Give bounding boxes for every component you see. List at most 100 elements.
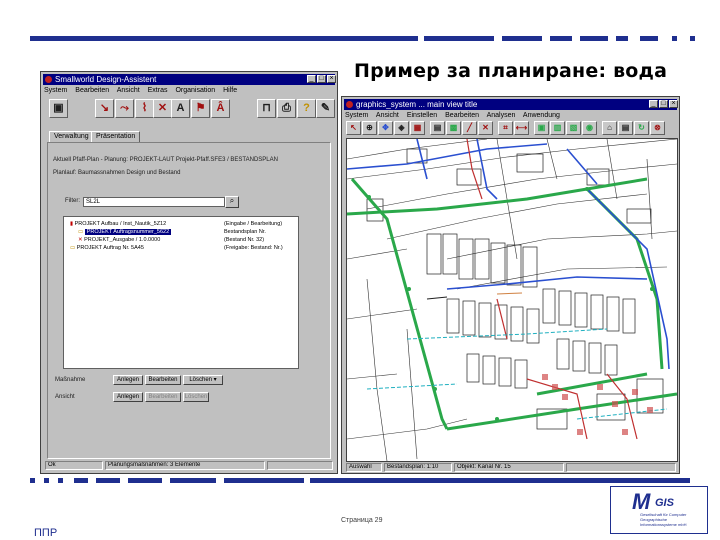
maximize-button[interactable]: □ (317, 75, 326, 83)
maximize-button[interactable]: □ (659, 100, 668, 108)
logo-gis: GIS (655, 497, 674, 509)
graphics-toolbar: ↖ ⊕ ✥ ◈ ▦ ▤ ▩ ╱ ✕ ⌗ ⟷ ▣ ▥ ▧ ◉ ⌂ ▤ ↻ ⊗ (346, 121, 676, 136)
bearbeiten-button[interactable]: Bearbeiten (145, 375, 181, 385)
status-empty (267, 461, 333, 470)
text-icon[interactable]: A (171, 99, 190, 118)
tree-row[interactable]: ▭ PROJEKT Auftrag Nr. 5A45 (Freigabe: Be… (70, 245, 283, 252)
anlegen-button[interactable]: Anlegen (113, 375, 143, 385)
loeschen-button-2[interactable]: Löschen (183, 392, 209, 402)
map-canvas[interactable] (346, 138, 678, 462)
valve-icon[interactable]: ▧ (566, 121, 581, 135)
bottom-decor-dot (58, 478, 63, 483)
pipe-icon[interactable]: ▥ (550, 121, 565, 135)
menu-ansicht[interactable]: Ansicht (376, 112, 399, 119)
layer-icon[interactable]: ▦ (410, 121, 425, 135)
tree-row[interactable]: ▮ PROJEKT Aufbau / Inst_Nautik_5Z12 (Ein… (70, 221, 282, 228)
zoom-icon[interactable]: ⊕ (362, 121, 377, 135)
redraw-icon[interactable]: ◈ (394, 121, 409, 135)
bottom-decor-bar-6 (310, 478, 690, 483)
massnahme-label: Maßnahme (55, 377, 86, 383)
print-icon[interactable]: ⎙ (277, 99, 296, 118)
tab-verwaltung[interactable]: Verwaltung (49, 131, 94, 142)
graphics-titlebar[interactable]: graphics_system ... main view title (344, 99, 677, 110)
top-decor-bar-2 (424, 36, 494, 41)
delete-x-icon: ✕ (78, 237, 83, 243)
grid-icon[interactable]: ▤ (430, 121, 445, 135)
top-decor-bar-6 (616, 36, 628, 41)
delete-geometry-icon[interactable]: ✕ (153, 99, 172, 118)
menu-einstellen[interactable]: Einstellen (407, 112, 437, 119)
menu-hilfe[interactable]: Hilfe (223, 87, 237, 94)
building-icon[interactable]: ⌂ (602, 121, 617, 135)
graphics-menubar: System Ansicht Einstellen Bearbeiten Ana… (345, 111, 566, 121)
minimize-button[interactable]: _ (649, 100, 658, 108)
menu-bearbeiten[interactable]: Bearbeiten (445, 112, 479, 119)
folder-icon: ▭ (78, 229, 84, 235)
page-number: Страница 29 (341, 517, 383, 524)
logo-subtitle: Gesellschaft für Computer Geographische … (640, 512, 687, 527)
close-button[interactable]: × (669, 100, 678, 108)
select-icon[interactable]: ↖ (346, 121, 361, 135)
filter-search-button[interactable]: ⌕ (225, 196, 239, 208)
tree-row-label: PROJEKT_Ausgabe / 1.0.0000 (84, 237, 161, 243)
top-decor-bar-4 (550, 36, 572, 41)
tool-icon[interactable]: ⊓ (257, 99, 276, 118)
flag-icon[interactable]: ⚑ (191, 99, 210, 118)
minimize-button[interactable]: _ (307, 75, 316, 83)
draw-line-icon[interactable]: ↘ (95, 99, 114, 118)
pan-icon[interactable]: ✥ (378, 121, 393, 135)
table-icon[interactable]: ▤ (618, 121, 633, 135)
tree-row-label: PROJEKT Aufbau / Inst_Nautik_5Z12 (74, 221, 167, 227)
delete-icon[interactable]: ✕ (478, 121, 493, 135)
folder-icon: ▭ (70, 245, 76, 251)
anlegen-button-2[interactable]: Anlegen (113, 392, 143, 402)
menu-anwendung[interactable]: Anwendung (523, 112, 560, 119)
close-button[interactable]: × (327, 75, 336, 83)
menu-extras[interactable]: Extras (148, 87, 168, 94)
tree-row-label: PROJEKT Auftrag Nr. 5A45 (76, 245, 144, 251)
edit-vertex-icon[interactable]: ⌇ (135, 99, 154, 118)
bottom-decor-dot (30, 478, 35, 483)
bearbeiten-button-2[interactable]: Bearbeiten (145, 392, 181, 402)
design-assistant-menubar: System Bearbeiten Ansicht Extras Organis… (44, 86, 243, 96)
measure-icon[interactable]: ⟷ (514, 121, 529, 135)
bottom-decor-bar-4 (170, 478, 216, 483)
text-edit-icon[interactable]: Â (211, 99, 230, 118)
top-decor-bar-5 (580, 36, 608, 41)
tree-row-status: (Bestand Nr. 32) (224, 237, 265, 243)
tree-row-selected[interactable]: ▭ PROJEKT Auftragsnummer_5622 Bestandspl… (78, 229, 266, 236)
save-icon[interactable]: ▣ (49, 99, 68, 118)
menu-ansicht[interactable]: Ansicht (117, 87, 140, 94)
water-network-map (347, 139, 677, 461)
loeschen-label: Löschen (189, 377, 212, 383)
refresh-icon[interactable]: ↻ (634, 121, 649, 135)
map-icon[interactable]: ▩ (446, 121, 461, 135)
top-decor-bar-3 (502, 36, 542, 41)
hydrant-icon[interactable]: ◉ (582, 121, 597, 135)
tree-row[interactable]: ✕ PROJEKT_Ausgabe / 1.0.0000 (Bestand Nr… (78, 237, 264, 244)
plan-tree: ▮ PROJEKT Aufbau / Inst_Nautik_5Z12 (Ein… (63, 216, 299, 369)
crop-icon[interactable]: ⌗ (498, 121, 513, 135)
menu-system[interactable]: System (44, 87, 67, 94)
menu-bearbeiten[interactable]: Bearbeiten (75, 87, 109, 94)
line-icon[interactable]: ╱ (462, 121, 477, 135)
filter-input[interactable]: SL2L (83, 197, 225, 207)
menu-system[interactable]: System (345, 112, 368, 119)
close-view-icon[interactable]: ⊗ (650, 121, 665, 135)
folder-red-icon: ▮ (70, 221, 74, 227)
tree-row-status: (Freigabe: Bestand: Nr.) (224, 245, 283, 251)
loeschen-dropdown[interactable]: Löschen ▾ (183, 375, 223, 385)
menu-organisation[interactable]: Organisation (175, 87, 215, 94)
help-icon[interactable]: ✎ (316, 99, 335, 118)
draw-polyline-icon[interactable]: ⤳ (115, 99, 134, 118)
tab-praesentation[interactable]: Präsentation (91, 131, 141, 142)
info-line-2: Planlauf: Baumassnahmen Design und Besta… (53, 170, 181, 176)
network-icon[interactable]: ▣ (534, 121, 549, 135)
chevron-down-icon: ▾ (213, 377, 217, 383)
hint-icon[interactable]: ? (297, 99, 316, 118)
design-assistant-title: Smallworld Design-Assistent (55, 75, 157, 84)
menu-analysen[interactable]: Analysen (487, 112, 516, 119)
design-assistant-titlebar[interactable]: Smallworld Design-Assistent (43, 74, 335, 85)
slide-title: Пример за планиране: вода (354, 60, 668, 82)
design-assistant-window: Smallworld Design-Assistent _ □ × System… (40, 71, 338, 474)
